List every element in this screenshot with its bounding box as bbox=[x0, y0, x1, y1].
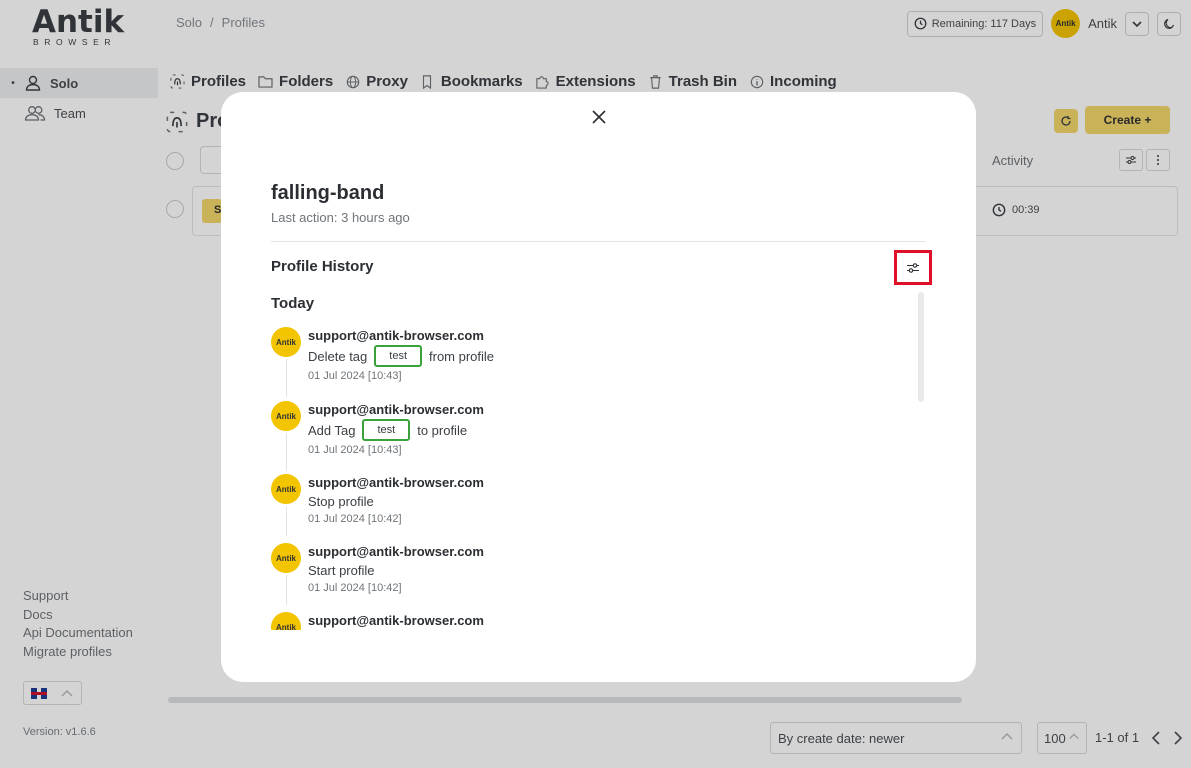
timeline-connector bbox=[286, 506, 287, 536]
timeline-connector bbox=[286, 359, 287, 397]
action-text: Add Tag bbox=[308, 422, 356, 438]
entry-action: Start profile bbox=[308, 562, 375, 578]
history-entry: Antik support@antik-browser.com Add Tag … bbox=[271, 400, 901, 473]
close-modal-button[interactable] bbox=[591, 109, 607, 125]
action-text-after: from profile bbox=[429, 348, 495, 364]
entry-action: Add Tag test to profile bbox=[308, 419, 901, 441]
entry-action: Stop profile bbox=[308, 493, 374, 509]
history-entry: Antik support@antik-browser.com Delete t… bbox=[271, 326, 901, 400]
entry-timestamp: 01 Jul 2024 [10:43] bbox=[308, 370, 402, 382]
tag-chip: test bbox=[362, 419, 411, 441]
history-filter-button[interactable] bbox=[894, 250, 932, 285]
history-scrollbar[interactable] bbox=[918, 292, 924, 402]
divider bbox=[271, 241, 926, 242]
user-avatar-icon: Antik bbox=[271, 612, 301, 630]
action-text: Delete tag bbox=[308, 348, 368, 364]
close-icon bbox=[592, 110, 606, 124]
timeline-connector bbox=[286, 575, 287, 605]
profile-name: falling-band bbox=[271, 182, 385, 204]
profile-history-modal: falling-band Last action: 3 hours ago Pr… bbox=[221, 92, 976, 682]
timeline-connector bbox=[286, 433, 287, 471]
tag-chip: test bbox=[374, 345, 422, 367]
action-text-after: to profile bbox=[417, 422, 468, 438]
history-group-label: Today bbox=[271, 295, 315, 312]
entry-action: Delete tag test from profile bbox=[308, 345, 901, 367]
entry-user: support@antik-browser.com bbox=[308, 328, 484, 343]
sliders-icon bbox=[907, 262, 919, 273]
entry-user: support@antik-browser.com bbox=[308, 544, 484, 559]
entry-user: support@antik-browser.com bbox=[308, 475, 484, 490]
entry-timestamp: 01 Jul 2024 [10:42] bbox=[308, 582, 402, 594]
user-avatar-icon: Antik bbox=[271, 474, 301, 504]
history-entry: Antik support@antik-browser.com bbox=[271, 611, 901, 630]
user-avatar-icon: Antik bbox=[271, 327, 301, 357]
history-entry: Antik support@antik-browser.com Start pr… bbox=[271, 542, 901, 611]
entry-timestamp: 01 Jul 2024 [10:43] bbox=[308, 444, 402, 456]
last-action: Last action: 3 hours ago bbox=[271, 210, 410, 225]
user-avatar-icon: Antik bbox=[271, 543, 301, 573]
history-entry: Antik support@antik-browser.com Stop pro… bbox=[271, 473, 901, 542]
entry-timestamp: 01 Jul 2024 [10:42] bbox=[308, 513, 402, 525]
entry-user: support@antik-browser.com bbox=[308, 613, 484, 628]
history-list: Antik support@antik-browser.com Delete t… bbox=[271, 326, 901, 630]
section-title: Profile History bbox=[271, 258, 374, 275]
entry-user: support@antik-browser.com bbox=[308, 402, 484, 417]
user-avatar-icon: Antik bbox=[271, 401, 301, 431]
